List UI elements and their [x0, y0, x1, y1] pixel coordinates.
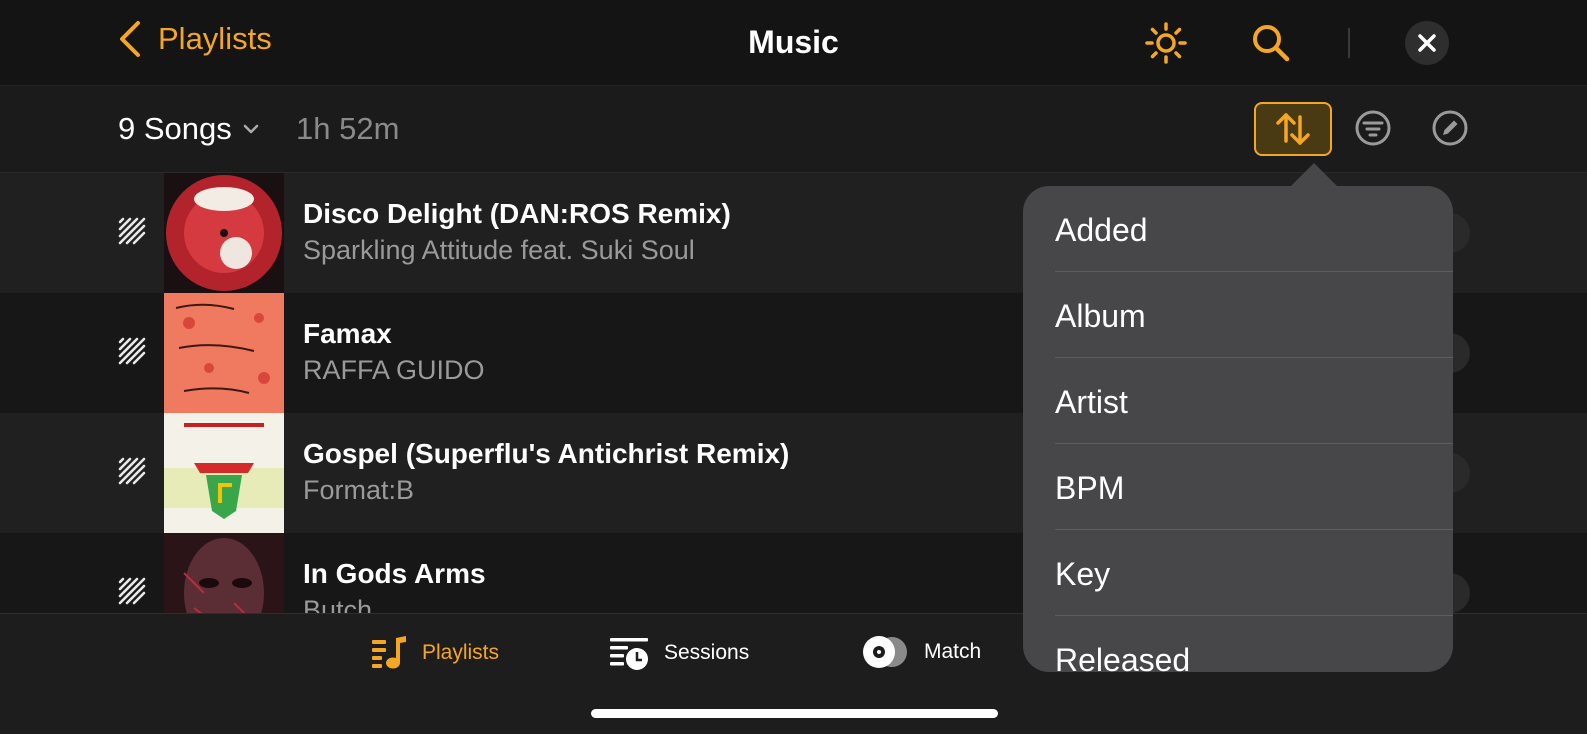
- song-artist: RAFFA GUIDO: [303, 355, 485, 385]
- chevron-left-icon: [120, 21, 140, 57]
- album-art: [164, 533, 284, 613]
- tab-label: Match: [924, 640, 982, 663]
- search-button[interactable]: [1248, 20, 1294, 66]
- song-count: 9 Songs: [118, 111, 232, 146]
- tab-match[interactable]: Match: [862, 634, 981, 670]
- close-icon: [1418, 34, 1436, 52]
- tab-label: Sessions: [664, 641, 750, 664]
- vinyl-striped-icon: [118, 337, 146, 365]
- playlist-info-bar: 9 Songs 1h 52m: [0, 86, 1587, 173]
- sort-option-label: Key: [1055, 556, 1111, 592]
- pencil-icon: [1432, 110, 1468, 146]
- back-label: Playlists: [158, 21, 272, 56]
- vinyl-striped-icon: [118, 577, 146, 605]
- song-title: In Gods Arms: [303, 558, 486, 589]
- sun-icon: [1145, 22, 1187, 64]
- song-title: Famax: [303, 318, 392, 349]
- tab-sessions[interactable]: Sessions: [608, 634, 749, 672]
- total-duration: 1h 52m: [296, 111, 400, 146]
- sort-option-released[interactable]: Released: [1023, 616, 1453, 672]
- sort-option-artist[interactable]: Artist: [1023, 358, 1453, 444]
- album-art: [164, 293, 284, 413]
- vinyl-striped-icon: [118, 217, 146, 245]
- album-art: [164, 413, 284, 533]
- sort-option-key[interactable]: Key: [1023, 530, 1453, 616]
- song-title: Disco Delight (DAN:ROS Remix): [303, 198, 731, 229]
- sort-option-label: Artist: [1055, 384, 1128, 420]
- sort-option-label: Added: [1055, 212, 1148, 248]
- album-art: [164, 173, 284, 293]
- back-button[interactable]: Playlists: [118, 20, 272, 58]
- sort-arrows-icon: [1276, 113, 1310, 145]
- vinyl-striped-icon: [118, 457, 146, 485]
- song-count-selector[interactable]: 9 Songs: [118, 111, 260, 147]
- search-icon: [1253, 25, 1290, 62]
- match-records-icon: [863, 636, 907, 668]
- sort-option-label: Released: [1055, 642, 1191, 672]
- edit-button[interactable]: [1430, 108, 1470, 148]
- menu-pointer: [1290, 163, 1338, 187]
- sort-button[interactable]: [1254, 102, 1332, 156]
- sort-option-added[interactable]: Added: [1023, 186, 1453, 272]
- song-artist: Format:B: [303, 475, 415, 505]
- song-artist: Butch: [303, 595, 373, 613]
- filter-button[interactable]: [1353, 108, 1393, 148]
- tab-playlists[interactable]: Playlists: [370, 634, 499, 672]
- top-bar: Playlists Music: [0, 0, 1587, 86]
- sort-option-album[interactable]: Album: [1023, 272, 1453, 358]
- sort-option-label: Album: [1055, 298, 1146, 334]
- filter-icon: [1355, 110, 1391, 146]
- sort-option-label: BPM: [1055, 470, 1125, 506]
- song-artist: Sparkling Attitude feat. Suki Soul: [303, 235, 695, 265]
- song-title: Gospel (Superflu's Antichrist Remix): [303, 438, 790, 469]
- sort-option-bpm[interactable]: BPM: [1023, 444, 1453, 530]
- close-button[interactable]: [1405, 21, 1449, 65]
- toolbar-divider: [1348, 28, 1350, 58]
- playlist-music-icon: [372, 636, 406, 669]
- sort-menu: Added Album Artist BPM Key Released: [1023, 186, 1453, 672]
- brightness-button[interactable]: [1143, 20, 1189, 66]
- chevron-down-icon: [243, 124, 259, 134]
- sessions-clock-icon: [610, 638, 648, 670]
- tab-label: Playlists: [422, 641, 500, 664]
- home-indicator[interactable]: [591, 709, 998, 718]
